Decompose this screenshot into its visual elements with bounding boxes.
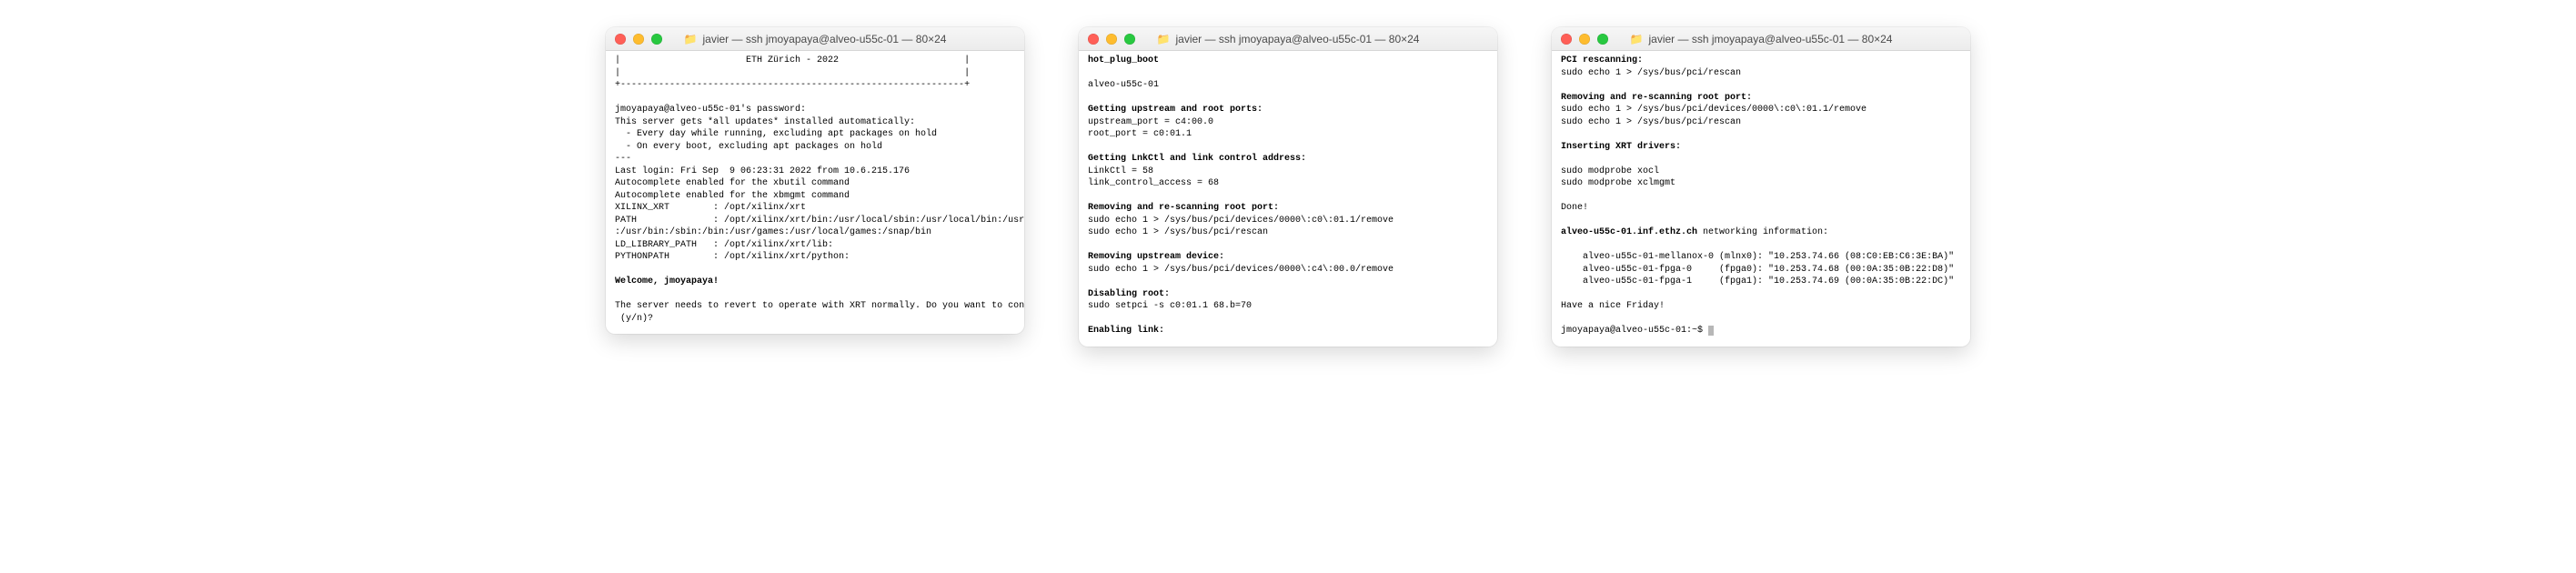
terminal-window-3: 📁 javier — ssh jmoyapaya@alveo-u55c-01 —…: [1552, 27, 1970, 347]
window-title-text: javier — ssh jmoyapaya@alveo-u55c-01 — 8…: [1175, 33, 1419, 45]
terminal-line: Welcome, jmoyapaya!: [615, 276, 1015, 288]
terminal-line: sudo modprobe xclmgmt: [1561, 177, 1961, 190]
titlebar[interactable]: 📁 javier — ssh jmoyapaya@alveo-u55c-01 —…: [1079, 27, 1497, 51]
terminal-line: Enabling link:: [1088, 325, 1488, 337]
folder-icon: 📁: [684, 33, 698, 45]
window-title-text: javier — ssh jmoyapaya@alveo-u55c-01 — 8…: [702, 33, 946, 45]
terminal-line: Removing and re-scanning root port:: [1088, 202, 1488, 215]
terminal-output[interactable]: PCI rescanning:sudo echo 1 > /sys/bus/pc…: [1552, 51, 1970, 347]
traffic-lights: [1561, 34, 1608, 45]
terminal-line: upstream_port = c4:00.0: [1088, 116, 1488, 129]
terminal-line: Autocomplete enabled for the xbutil comm…: [615, 177, 1015, 190]
terminal-line: [615, 264, 1015, 276]
terminal-line: - Every day while running, excluding apt…: [615, 128, 1015, 141]
terminal-line: alveo-u55c-01-mellanox-0 (mlnx0): "10.25…: [1561, 251, 1961, 264]
terminal-line: This server gets *all updates* installed…: [615, 116, 1015, 129]
terminal-line: jmoyapaya@alveo-u55c-01:~$: [1561, 325, 1961, 337]
terminal-line: Done!: [1561, 202, 1961, 215]
terminal-line: - On every boot, excluding apt packages …: [615, 141, 1015, 154]
titlebar[interactable]: 📁 javier — ssh jmoyapaya@alveo-u55c-01 —…: [1552, 27, 1970, 51]
traffic-lights: [1088, 34, 1135, 45]
terminal-line: sudo echo 1 > /sys/bus/pci/rescan: [1088, 226, 1488, 239]
terminal-line: Getting upstream and root ports:: [1088, 104, 1488, 116]
terminal-line: alveo-u55c-01-fpga-0 (fpga0): "10.253.74…: [1561, 264, 1961, 276]
terminal-line: LD_LIBRARY_PATH : /opt/xilinx/xrt/lib:: [615, 239, 1015, 252]
titlebar[interactable]: 📁 javier — ssh jmoyapaya@alveo-u55c-01 —…: [606, 27, 1024, 51]
terminal-line: Autocomplete enabled for the xbmgmt comm…: [615, 190, 1015, 203]
terminal-line: PCI rescanning:: [1561, 55, 1961, 67]
window-title-text: javier — ssh jmoyapaya@alveo-u55c-01 — 8…: [1648, 33, 1892, 45]
terminal-line: root_port = c0:01.1: [1088, 128, 1488, 141]
zoom-icon[interactable]: [1597, 34, 1608, 45]
terminal-line: Removing upstream device:: [1088, 251, 1488, 264]
terminal-output[interactable]: hot_plug_boot alveo-u55c-01 Getting upst…: [1079, 51, 1497, 347]
window-title: 📁 javier — ssh jmoyapaya@alveo-u55c-01 —…: [1552, 33, 1970, 45]
terminal-line: jmoyapaya@alveo-u55c-01's password:: [615, 104, 1015, 116]
terminal-line: [1561, 190, 1961, 203]
folder-icon: 📁: [1157, 33, 1171, 45]
terminal-window-2: 📁 javier — ssh jmoyapaya@alveo-u55c-01 —…: [1079, 27, 1497, 347]
terminal-line: sudo echo 1 > /sys/bus/pci/rescan: [1561, 67, 1961, 80]
terminal-line: Disabling root:: [1088, 288, 1488, 301]
terminal-line: alveo-u55c-01.inf.ethz.ch networking inf…: [1561, 226, 1961, 239]
close-icon[interactable]: [1088, 34, 1099, 45]
zoom-icon[interactable]: [651, 34, 662, 45]
window-title: 📁 javier — ssh jmoyapaya@alveo-u55c-01 —…: [1079, 33, 1497, 45]
terminal-line: sudo echo 1 > /sys/bus/pci/devices/0000\…: [1088, 215, 1488, 227]
terminal-line: sudo echo 1 > /sys/bus/pci/rescan: [1561, 116, 1961, 129]
terminal-line: [615, 288, 1015, 301]
terminal-line: [1088, 92, 1488, 105]
minimize-icon[interactable]: [633, 34, 644, 45]
terminal-line: ---: [615, 153, 1015, 166]
terminal-line: [1561, 79, 1961, 92]
terminal-line: sudo echo 1 > /sys/bus/pci/devices/0000\…: [1561, 104, 1961, 116]
terminal-line: The server needs to revert to operate wi…: [615, 300, 1015, 313]
terminal-line: sudo setpci -s c0:01.1 68.b=70: [1088, 300, 1488, 313]
traffic-lights: [615, 34, 662, 45]
terminal-line: PATH : /opt/xilinx/xrt/bin:/usr/local/sb…: [615, 215, 1015, 227]
terminal-line: [1088, 313, 1488, 326]
terminal-line: [615, 92, 1015, 105]
terminal-line: Getting LnkCtl and link control address:: [1088, 153, 1488, 166]
terminal-line: alveo-u55c-01: [1088, 79, 1488, 92]
terminal-line: PYTHONPATH : /opt/xilinx/xrt/python:: [615, 251, 1015, 264]
terminal-line: Have a nice Friday!: [1561, 300, 1961, 313]
terminal-line: alveo-u55c-01-fpga-1 (fpga1): "10.253.74…: [1561, 276, 1961, 288]
close-icon[interactable]: [615, 34, 626, 45]
terminal-line: XILINX_XRT : /opt/xilinx/xrt: [615, 202, 1015, 215]
terminal-line: link_control_access = 68: [1088, 177, 1488, 190]
terminal-line: | ETH Zürich - 2022 |: [615, 55, 1015, 67]
terminal-window-1: 📁 javier — ssh jmoyapaya@alveo-u55c-01 —…: [606, 27, 1024, 334]
terminal-line: | |: [615, 67, 1015, 80]
minimize-icon[interactable]: [1106, 34, 1117, 45]
terminal-line: [1088, 190, 1488, 203]
close-icon[interactable]: [1561, 34, 1572, 45]
terminal-line: [1088, 276, 1488, 288]
terminal-line: [1561, 153, 1961, 166]
terminal-line: [1561, 239, 1961, 252]
terminal-line: Inserting XRT drivers:: [1561, 141, 1961, 154]
terminal-line: [1088, 239, 1488, 252]
terminal-line: [1561, 128, 1961, 141]
terminal-line: LinkCtl = 58: [1088, 166, 1488, 178]
window-title: 📁 javier — ssh jmoyapaya@alveo-u55c-01 —…: [606, 33, 1024, 45]
cursor: [1708, 326, 1714, 336]
terminal-line: :/usr/bin:/sbin:/bin:/usr/games:/usr/loc…: [615, 226, 1015, 239]
terminal-line: sudo echo 1 > /sys/bus/pci/devices/0000\…: [1088, 264, 1488, 276]
folder-icon: 📁: [1630, 33, 1644, 45]
terminal-line: [1561, 313, 1961, 326]
terminal-line: [1088, 67, 1488, 80]
terminal-line: hot_plug_boot: [1088, 55, 1488, 67]
minimize-icon[interactable]: [1579, 34, 1590, 45]
terminal-line: sudo modprobe xocl: [1561, 166, 1961, 178]
terminal-line: [1561, 288, 1961, 301]
terminal-line: [1561, 215, 1961, 227]
terminal-output[interactable]: | ETH Zürich - 2022 || |+---------------…: [606, 51, 1024, 334]
terminal-line: [1088, 141, 1488, 154]
terminal-line: Removing and re-scanning root port:: [1561, 92, 1961, 105]
terminal-line: +---------------------------------------…: [615, 79, 1015, 92]
terminal-line: (y/n)?: [615, 313, 1015, 326]
terminal-line: Last login: Fri Sep 9 06:23:31 2022 from…: [615, 166, 1015, 178]
zoom-icon[interactable]: [1124, 34, 1135, 45]
